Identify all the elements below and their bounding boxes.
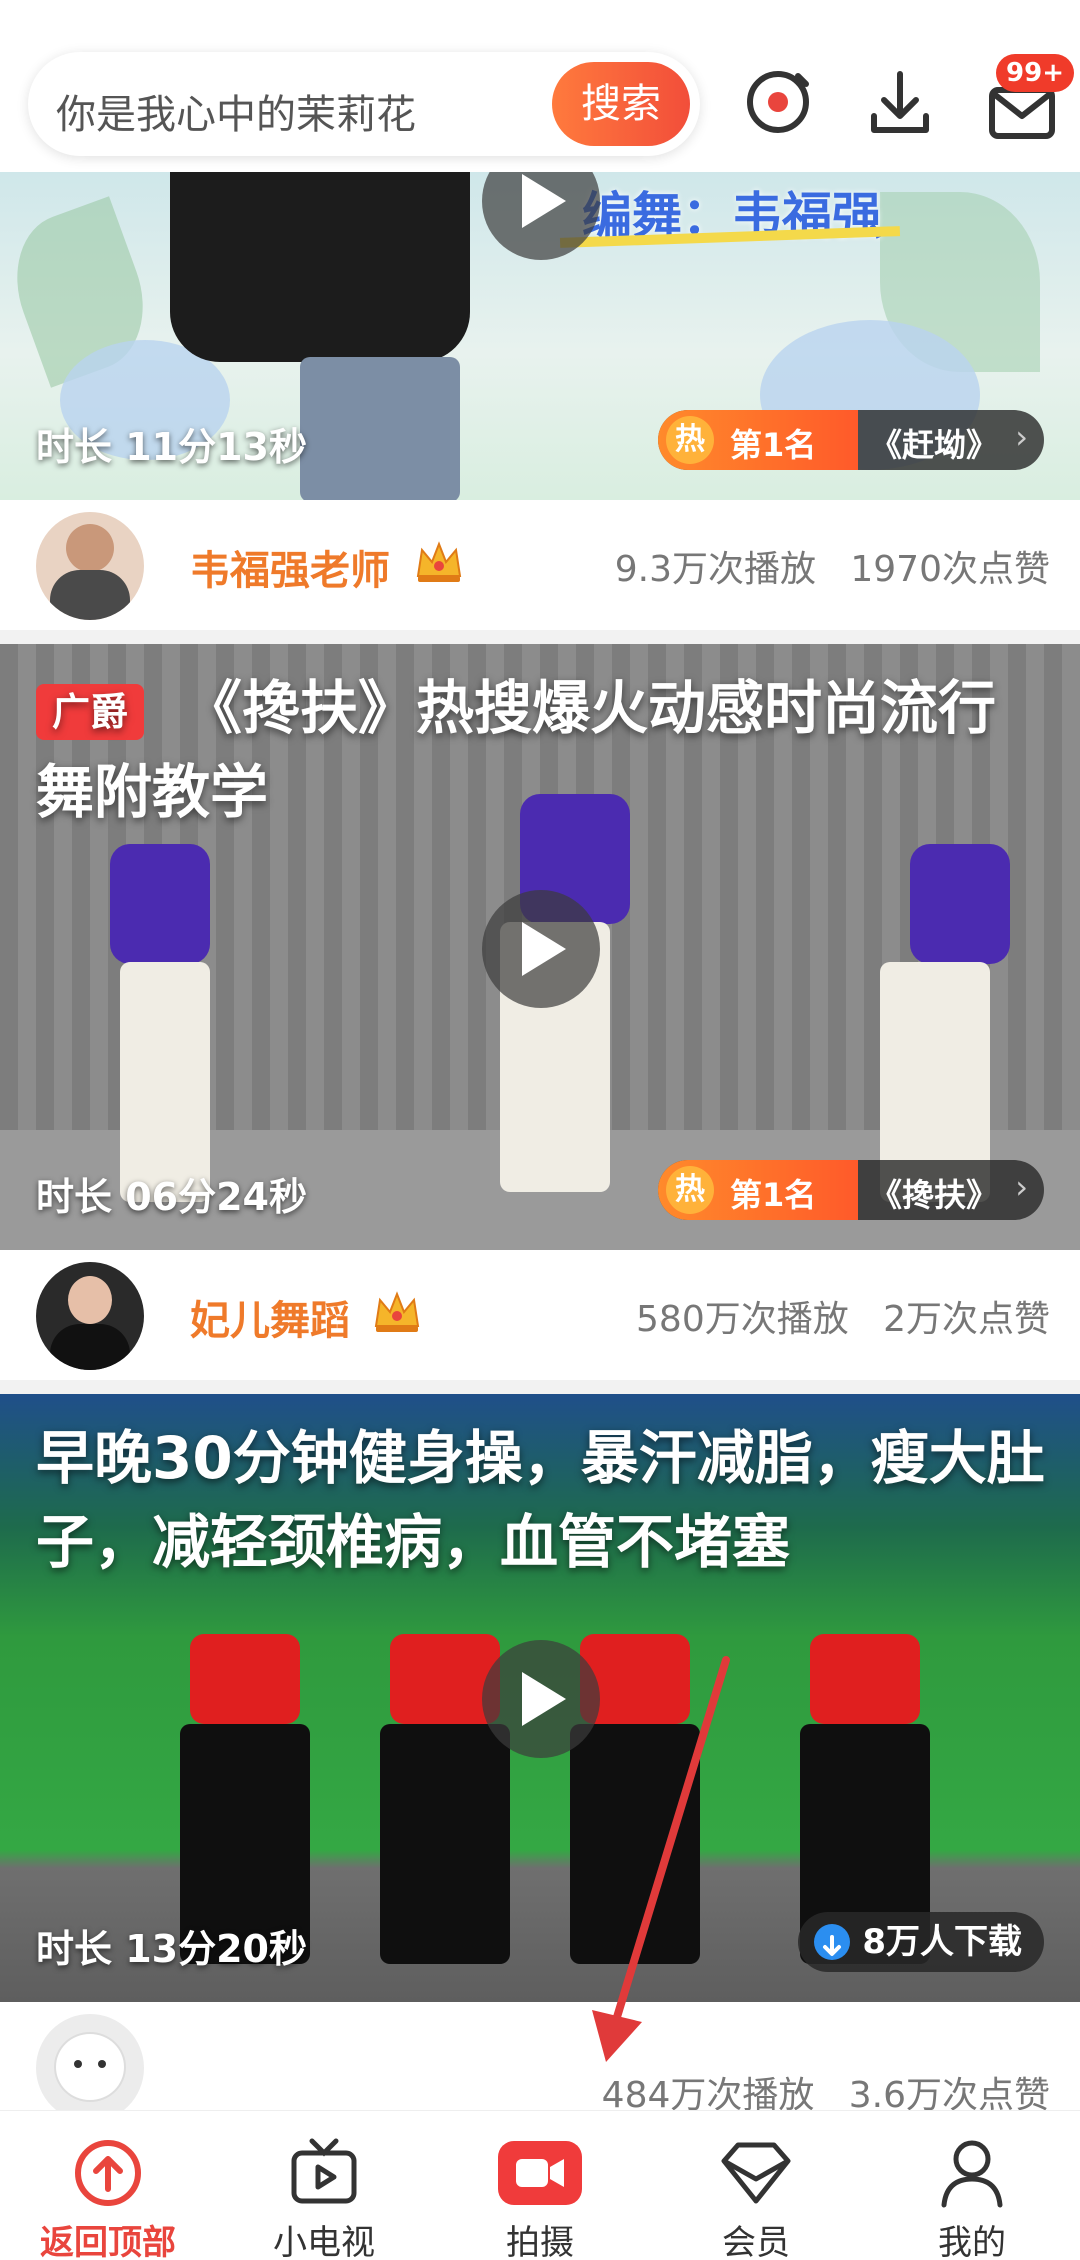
author-name[interactable]: 韦福强老师 xyxy=(190,538,390,596)
nav-label: 返回顶部 xyxy=(40,2223,176,2260)
download-icon xyxy=(814,1924,851,1960)
diamond-icon xyxy=(712,2129,800,2217)
hot-song-title: 《赶坳》 xyxy=(870,426,999,464)
ad-tag: 广爵 xyxy=(36,683,145,740)
messages-icon[interactable]: 99+ xyxy=(984,54,1080,144)
camera-icon xyxy=(496,2129,584,2217)
video-title: 广爵 《搀扶》热搜爆火动感时尚流行舞附教学 xyxy=(36,674,997,826)
back-to-top-icon xyxy=(64,2129,152,2217)
video-duration: 时长 06分24秒 xyxy=(36,1175,307,1219)
music-disc-icon[interactable] xyxy=(736,60,820,144)
hot-rank-label: 第1名 xyxy=(730,426,817,464)
avatar[interactable] xyxy=(36,2014,144,2122)
chevron-right-icon: › xyxy=(1015,1168,1028,1206)
hot-rank-pill[interactable]: 热 第1名 《赶坳》 › xyxy=(658,410,1044,470)
dancer-top xyxy=(190,1634,300,1724)
video-duration: 时长 13分20秒 xyxy=(36,1927,307,1971)
video-duration: 时长 11分13秒 xyxy=(36,425,307,469)
play-icon[interactable] xyxy=(482,890,600,1008)
nav-membership[interactable]: 会员 xyxy=(648,2111,864,2260)
hot-rank-label: 第1名 xyxy=(730,1176,817,1214)
video-card-3[interactable]: 早晚30分钟健身操，暴汗减脂，瘦大肚子，减轻颈椎病，血管不堵塞 时长 13分20… xyxy=(0,1394,1080,2002)
author-name[interactable]: 妃儿舞蹈 xyxy=(190,1288,350,1346)
chevron-right-icon: › xyxy=(1015,418,1028,456)
hot-rank-badge: 热 第1名 xyxy=(658,410,858,470)
download-icon[interactable] xyxy=(858,60,942,144)
play-count: 580万次播放 xyxy=(636,1299,849,1340)
red-annotation-arrow xyxy=(592,1656,730,2062)
nav-label: 我的 xyxy=(938,2223,1006,2260)
download-count: 8万人下载 xyxy=(862,1922,1022,1962)
nav-shoot[interactable]: 拍摄 xyxy=(432,2111,648,2260)
search-button[interactable]: 搜索 xyxy=(552,62,690,146)
avatar[interactable] xyxy=(36,1262,144,1370)
dancer-pants xyxy=(380,1724,510,1964)
like-count: 1970次点赞 xyxy=(850,549,1050,590)
tv-icon xyxy=(280,2129,368,2217)
author-row-3[interactable]: 484万次播放 3.6万次点赞 xyxy=(0,2002,1080,2122)
author-row-2[interactable]: 妃儿舞蹈 580万次播放 2万次点赞 xyxy=(0,1250,1080,1380)
video-card-2[interactable]: 广爵 《搀扶》热搜爆火动感时尚流行舞附教学 时长 06分24秒 热 第1名 《搀扶… xyxy=(0,644,1080,1250)
video-card-1[interactable]: 编舞：韦福强 时长 11分13秒 热 第1名 《赶坳》 › xyxy=(0,172,1080,500)
hot-rank-badge: 热 第1名 xyxy=(658,1160,858,1220)
dancer-top xyxy=(910,844,1010,964)
search-box[interactable]: 你是我心中的茉莉花 搜索 xyxy=(28,52,700,156)
dancer-top xyxy=(810,1634,920,1724)
nav-label: 拍摄 xyxy=(506,2223,574,2260)
flame-icon: 热 xyxy=(666,416,714,464)
search-input[interactable]: 你是我心中的茉莉花 xyxy=(56,82,416,140)
dancer-shirt xyxy=(170,172,470,362)
nav-tv[interactable]: 小电视 xyxy=(216,2111,432,2260)
divider xyxy=(0,1380,1080,1394)
like-count: 2万次点赞 xyxy=(883,1299,1050,1340)
nav-mine[interactable]: 我的 xyxy=(864,2111,1080,2260)
nav-label: 小电视 xyxy=(273,2223,375,2260)
video-stats: 580万次播放 2万次点赞 xyxy=(636,1290,1050,1342)
bottom-nav: 返回顶部 小电视 拍摄 会员 我的 xyxy=(0,2110,1080,2260)
hot-rank-pill[interactable]: 热 第1名 《搀扶》 › xyxy=(658,1160,1044,1220)
download-count-pill: 8万人下载 xyxy=(798,1912,1044,1972)
flame-icon: 热 xyxy=(666,1166,714,1214)
top-bar: 你是我心中的茉莉花 搜索 99+ xyxy=(0,0,1080,172)
author-row-1[interactable]: 韦福强老师 9.3万次播放 1970次点赞 xyxy=(0,500,1080,630)
nav-label: 会员 xyxy=(722,2223,790,2260)
profile-icon xyxy=(928,2129,1016,2217)
dancer-top xyxy=(110,844,210,964)
nav-back-to-top[interactable]: 返回顶部 xyxy=(0,2111,216,2260)
crown-icon xyxy=(372,1288,422,1336)
play-count: 9.3万次播放 xyxy=(614,549,817,590)
video-stats: 9.3万次播放 1970次点赞 xyxy=(615,540,1050,592)
unread-badge: 99+ xyxy=(996,54,1074,92)
hot-song-title: 《搀扶》 xyxy=(870,1176,999,1214)
crown-icon xyxy=(414,538,464,586)
video-title: 早晚30分钟健身操，暴汗减脂，瘦大肚子，减轻颈椎病，血管不堵塞 xyxy=(36,1424,1045,1576)
divider xyxy=(0,630,1080,644)
dancer-jeans xyxy=(300,357,460,500)
avatar[interactable] xyxy=(36,512,144,620)
